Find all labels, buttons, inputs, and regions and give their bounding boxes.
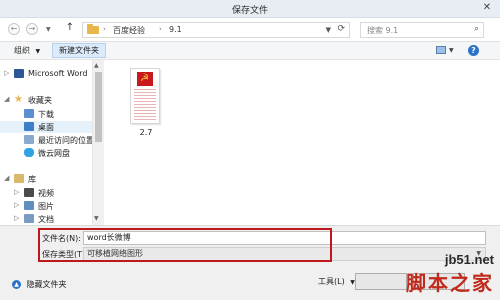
back-icon[interactable]: ← <box>8 23 20 35</box>
breadcrumb-item[interactable]: 9.1 <box>169 25 182 34</box>
sidebar-item-label: 最近访问的位置 <box>38 136 94 145</box>
up-arrow-icon[interactable]: ↑ <box>64 23 76 35</box>
filetype-label: 保存类型(T): <box>42 250 88 259</box>
collapse-arrow-icon[interactable]: ◢ <box>4 174 9 182</box>
scroll-up-icon[interactable]: ▲ <box>94 62 99 69</box>
save-button[interactable] <box>355 273 407 290</box>
folder-icon <box>87 24 99 34</box>
navigation-pane: ▷ Microsoft Word ◢ ★ 收藏夹 下载 桌面 最近访问的位置 微… <box>0 60 104 225</box>
sidebar-item-label: 微云网盘 <box>38 149 70 158</box>
file-list-view[interactable]: 2.7 <box>104 60 500 225</box>
watermark-url: jb51.net <box>444 252 494 267</box>
breadcrumb-separator-icon[interactable]: › <box>159 25 162 33</box>
word-icon <box>14 69 24 78</box>
address-bar[interactable]: › 百度经验 › 9.1 ▼ ⟳ <box>82 22 350 38</box>
expand-arrow-icon[interactable]: ▷ <box>4 69 9 77</box>
scrollbar-thumb[interactable] <box>95 72 102 142</box>
filename-row: 文件名(N): word长微博 <box>0 230 500 246</box>
close-icon[interactable]: ✕ <box>480 1 494 15</box>
sidebar-item-label: 文档 <box>38 215 54 224</box>
document-thumbnail <box>130 68 160 124</box>
sidebar-item-microsoft-word[interactable]: ▷ Microsoft Word <box>0 68 92 80</box>
expand-arrow-icon[interactable]: ▷ <box>14 188 19 196</box>
breadcrumb-separator-icon[interactable]: › <box>103 25 106 33</box>
help-icon[interactable]: ? <box>468 45 479 56</box>
expand-arrow-icon[interactable]: ▷ <box>14 214 19 222</box>
sidebar-item-downloads[interactable]: 下载 <box>0 108 92 120</box>
expand-arrow-icon[interactable]: ▷ <box>14 201 19 209</box>
title-bar: 保存文件 ✕ <box>0 0 500 18</box>
save-options-pane: 文件名(N): word长微博 保存类型(T): 可移植网络图形 ▼ ▲ 隐藏文… <box>0 225 500 300</box>
hide-folders-label: 隐藏文件夹 <box>26 280 67 289</box>
sidebar-item-weiyun[interactable]: 微云网盘 <box>0 147 92 159</box>
star-icon: ★ <box>14 94 23 105</box>
library-icon <box>14 174 24 183</box>
site-watermark: jb51.net 脚本之家 <box>406 252 494 296</box>
sidebar-item-recent-places[interactable]: 最近访问的位置 <box>0 134 94 146</box>
sidebar-item-pictures[interactable]: ▷ 图片 <box>0 200 92 212</box>
recent-places-icon <box>24 135 34 144</box>
view-options-chevron-icon[interactable]: ▼ <box>449 47 454 54</box>
change-view-icon[interactable] <box>436 46 446 54</box>
document-text-lines <box>134 89 156 121</box>
documents-icon <box>24 214 34 223</box>
collapse-arrow-icon[interactable]: ◢ <box>4 95 9 103</box>
party-emblem-icon <box>137 72 153 86</box>
video-icon <box>24 188 34 197</box>
navigation-scrollbar[interactable]: ▲ ▼ <box>92 60 104 225</box>
watermark-name: 脚本之家 <box>406 271 494 295</box>
file-item[interactable]: 2.7 <box>124 66 168 138</box>
refresh-icon[interactable]: ⟳ <box>337 24 345 34</box>
sidebar-item-libraries[interactable]: ◢ 库 <box>0 173 92 185</box>
window-title: 保存文件 <box>231 6 268 16</box>
hide-folders-button[interactable]: ▲ 隐藏文件夹 <box>12 279 67 290</box>
organize-label: 组织 <box>14 46 30 55</box>
pictures-icon <box>24 201 34 210</box>
new-folder-label: 新建文件夹 <box>59 46 99 55</box>
sidebar-item-label: 图片 <box>38 202 54 211</box>
tools-label: 工具(L) <box>318 277 345 286</box>
chevron-down-icon[interactable]: ▼ <box>326 26 331 34</box>
cloud-icon <box>24 148 34 157</box>
chevron-down-icon: ▼ <box>35 48 41 55</box>
sidebar-item-label: 视频 <box>38 189 54 198</box>
filename-label: 文件名(N): <box>42 234 81 243</box>
sidebar-item-label: 桌面 <box>38 123 54 132</box>
sidebar-item-desktop[interactable]: 桌面 <box>0 121 92 133</box>
command-toolbar: 组织 ▼ 新建文件夹 ▼ ? <box>0 42 500 60</box>
download-folder-icon <box>24 109 34 118</box>
sidebar-item-favorites[interactable]: ◢ ★ 收藏夹 <box>0 94 92 106</box>
recent-locations-dropdown[interactable]: ▼ <box>46 26 51 33</box>
filetype-value: 可移植网络图形 <box>87 249 143 258</box>
sidebar-item-videos[interactable]: ▷ 视频 <box>0 187 92 199</box>
navigation-bar: ← → ▼ ↑ › 百度经验 › 9.1 ▼ ⟳ 搜索 9.1 ⌕ <box>0 18 500 42</box>
sidebar-item-label: 收藏夹 <box>28 96 52 105</box>
search-box[interactable]: 搜索 9.1 ⌕ <box>360 22 484 38</box>
search-icon[interactable]: ⌕ <box>474 24 479 34</box>
sidebar-item-label: Microsoft Word <box>28 69 88 78</box>
search-input[interactable]: 搜索 9.1 <box>367 25 398 36</box>
filename-field[interactable]: word长微博 <box>83 231 486 245</box>
scroll-down-icon[interactable]: ▼ <box>94 215 99 222</box>
sidebar-item-label: 下载 <box>38 110 54 119</box>
breadcrumb-item[interactable]: 百度经验 <box>113 25 145 36</box>
sidebar-item-documents[interactable]: ▷ 文档 <box>0 213 92 225</box>
desktop-icon <box>24 122 34 131</box>
file-name: 2.7 <box>139 128 153 137</box>
organize-button[interactable]: 组织 ▼ <box>14 45 40 56</box>
sidebar-item-label: 库 <box>28 175 36 184</box>
new-folder-button[interactable]: 新建文件夹 <box>52 43 106 58</box>
chevron-up-icon: ▲ <box>12 280 21 289</box>
tools-button[interactable]: 工具(L) ▼ <box>318 276 355 287</box>
forward-icon[interactable]: → <box>26 23 38 35</box>
